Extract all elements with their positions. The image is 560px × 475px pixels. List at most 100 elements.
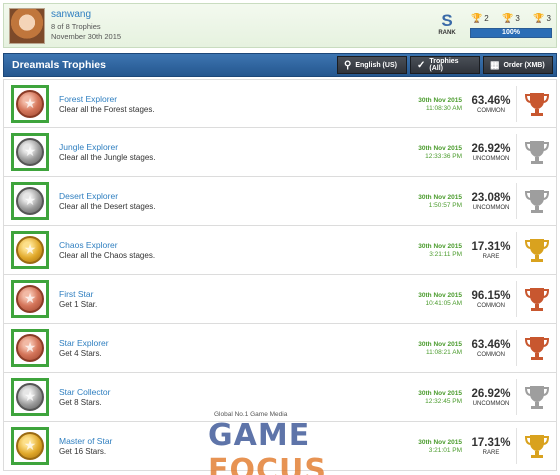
trophy-image[interactable] (11, 378, 49, 416)
trophy-medal-icon (16, 138, 44, 166)
divider (516, 428, 517, 464)
trophy-image[interactable] (11, 85, 49, 123)
language-button-label: English (US) (355, 61, 397, 69)
trophy-row[interactable]: Star CollectorGet 8 Stars. 30th Nov 20151… (3, 373, 557, 422)
game-title-bar: Dreamals Trophies ⚲ English (US) ✓ Troph… (3, 53, 557, 77)
trophy-name[interactable]: First Star (59, 289, 93, 299)
trophy-description: Get 4 Stars. (59, 349, 102, 358)
trophy-description: Clear all the Desert stages. (59, 202, 156, 211)
rarity-label: UNCOMMON (472, 156, 510, 162)
trophy-description: Clear all the Forest stages. (59, 105, 155, 114)
trophy-row[interactable]: Master of StarGet 16 Stars. 30th Nov 2015… (3, 422, 557, 471)
trophy-name[interactable]: Star Collector (59, 387, 111, 397)
trophy-medal-icon (16, 90, 44, 118)
order-button-label: Order (XMB) (503, 61, 545, 69)
earned-percentage: 96.15% (471, 290, 511, 302)
bronze-count-value: 3 (546, 14, 551, 23)
profile-date: November 30th 2015 (51, 32, 122, 41)
earned-percentage: 63.46% (471, 95, 511, 107)
divider (516, 86, 517, 122)
divider (516, 183, 517, 219)
order-button[interactable]: ▦ Order (XMB) (483, 56, 553, 74)
rarity-label: UNCOMMON (472, 401, 510, 407)
checkmark-icon: ✓ (417, 59, 426, 71)
rarity-label: RARE (482, 450, 500, 456)
rank-badge: S RANK (434, 11, 460, 37)
earned-percentage: 26.92% (471, 143, 511, 155)
divider (516, 330, 517, 366)
trophy-name[interactable]: Forest Explorer (59, 94, 117, 104)
language-button[interactable]: ⚲ English (US) (337, 56, 407, 74)
avatar[interactable] (9, 8, 45, 44)
trophy-name[interactable]: Jungle Explorer (59, 142, 118, 152)
trophy-row[interactable]: Forest ExplorerClear all the Forest stag… (3, 79, 557, 128)
bronze-count: 🏆 3 (533, 13, 551, 24)
trophy-name[interactable]: Desert Explorer (59, 191, 118, 201)
game-title: Dreamals Trophies (12, 59, 106, 71)
trophy-image[interactable] (11, 329, 49, 367)
earned-time: 11:08:21 AM (425, 349, 462, 356)
earned-time: 3:21:11 PM (429, 251, 462, 258)
earned-percentage: 17.31% (471, 241, 511, 253)
earned-time: 12:32:45 PM (425, 398, 462, 405)
trophy-image[interactable] (11, 231, 49, 269)
rarity-label: RARE (482, 254, 500, 260)
trophy-image[interactable] (11, 133, 49, 171)
rank-label: RANK (438, 30, 456, 36)
gold-count: 🏆 2 (471, 13, 489, 24)
gold-trophy-icon: 🏆 (471, 13, 483, 23)
trophy-image[interactable] (11, 182, 49, 220)
silver-trophy-icon: 🏆 (502, 13, 514, 23)
trophy-row[interactable]: Chaos ExplorerClear all the Chaos stages… (3, 226, 557, 275)
trophy-row[interactable]: Jungle ExplorerClear all the Jungle stag… (3, 128, 557, 177)
earned-date: 30th Nov 2015 (418, 292, 462, 299)
trophy-description: Clear all the Jungle stages. (59, 153, 156, 162)
divider (516, 379, 517, 415)
trophy-name[interactable]: Master of Star (59, 436, 112, 446)
earned-time: 3:21:01 PM (428, 447, 462, 454)
silver-trophy-icon (524, 190, 550, 213)
trophy-tier-counts: 🏆 2 🏆 3 🏆 3 (471, 13, 551, 24)
bronze-trophy-icon: 🏆 (533, 13, 545, 23)
bronze-trophy-icon (524, 337, 550, 360)
grid-icon: ▦ (490, 59, 500, 71)
rank-letter: S (441, 11, 453, 30)
earned-date: 30th Nov 2015 (418, 439, 462, 446)
earned-date: 30th Nov 2015 (418, 243, 462, 250)
trophy-medal-icon (16, 432, 44, 460)
silver-trophy-icon (524, 141, 550, 164)
trophy-image[interactable] (11, 427, 49, 465)
bronze-trophy-icon (524, 93, 550, 116)
earned-date: 30th Nov 2015 (418, 341, 462, 348)
trophy-row[interactable]: First StarGet 1 Star. 30th Nov 201510:41:… (3, 275, 557, 324)
trophy-row[interactable]: Star ExplorerGet 4 Stars. 30th Nov 201511… (3, 324, 557, 373)
profile-header: sanwang 8 of 8 Trophies November 30th 20… (3, 3, 557, 48)
earned-date: 30th Nov 2015 (418, 194, 462, 201)
trophy-image[interactable] (11, 280, 49, 318)
rarity-label: COMMON (477, 108, 505, 114)
silver-count-value: 3 (515, 14, 520, 23)
trophy-description: Get 1 Star. (59, 300, 98, 309)
location-pin-icon: ⚲ (344, 59, 352, 71)
trophy-description: Get 16 Stars. (59, 447, 107, 456)
trophy-list: Forest ExplorerClear all the Forest stag… (3, 79, 557, 471)
trophy-row[interactable]: Desert ExplorerClear all the Desert stag… (3, 177, 557, 226)
gold-trophy-icon (524, 435, 550, 458)
trophy-name[interactable]: Chaos Explorer (59, 240, 118, 250)
trophy-filter-button[interactable]: ✓ Trophies (All) (410, 56, 480, 74)
divider (516, 134, 517, 170)
divider (516, 232, 517, 268)
earned-time: 12:33:36 PM (425, 153, 462, 160)
trophy-medal-icon (16, 383, 44, 411)
gold-trophy-icon (524, 239, 550, 262)
profile-name[interactable]: sanwang (51, 9, 91, 20)
gold-count-value: 2 (484, 14, 489, 23)
trophy-description: Get 8 Stars. (59, 398, 102, 407)
earned-percentage: 23.08% (471, 192, 511, 204)
trophy-name[interactable]: Star Explorer (59, 338, 109, 348)
earned-date: 30th Nov 2015 (418, 97, 462, 104)
trophy-description: Clear all the Chaos stages. (59, 251, 156, 260)
rarity-label: UNCOMMON (472, 205, 510, 211)
silver-trophy-icon (524, 386, 550, 409)
earned-time: 1:50:57 PM (428, 202, 462, 209)
